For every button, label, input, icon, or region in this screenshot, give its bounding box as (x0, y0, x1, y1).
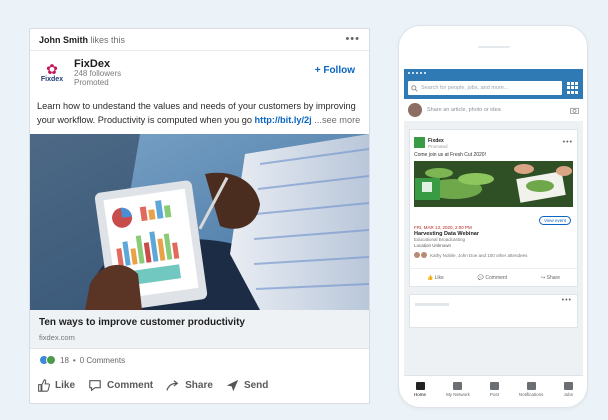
article-title[interactable]: Ten ways to improve customer productivit… (39, 317, 360, 328)
more-options-icon[interactable]: ••• (345, 34, 360, 45)
tab-notifications[interactable]: Notifications (518, 382, 544, 397)
post-author: ✿ Fixdex FixDex 248 followers Promoted +… (30, 51, 369, 95)
share-prompt: Share an article, photo or idea (427, 107, 501, 113)
org-info: Fixdex Promoted (428, 135, 448, 150)
company-logo-text: Fixdex (40, 76, 64, 83)
event-share-button[interactable]: ↪ Share (541, 275, 560, 281)
event-share-label: Share (546, 274, 560, 281)
org-logo[interactable] (414, 136, 425, 148)
event-details: FRI, MAR 13, 2020, 2:00 PM Harvesting Da… (410, 207, 577, 249)
phone-speaker (478, 46, 510, 48)
tab-my-network[interactable]: My Network (446, 382, 470, 397)
comment-icon (89, 380, 101, 392)
card-more-icon[interactable]: ••• (562, 297, 572, 304)
phone-screen: Search for people, jobs, and more... Sha… (404, 69, 583, 403)
bottom-tab-bar: Home My Network Post Notifications Jobs (404, 375, 583, 403)
placeholder-bar (415, 303, 449, 306)
phone-mockup: Search for people, jobs, and more... Sha… (398, 25, 588, 408)
see-more-link[interactable]: ...see more (314, 115, 360, 125)
like-label: Like (55, 380, 76, 391)
attendee-avatar (414, 252, 420, 258)
article-hero-image[interactable] (30, 134, 369, 310)
event-like-label: Like (434, 274, 444, 281)
tab-jobs[interactable]: Jobs (563, 382, 573, 397)
search-icon (411, 84, 418, 92)
author-info: FixDex 248 followers Promoted (74, 58, 121, 87)
like-button[interactable]: Like (37, 379, 75, 392)
tab-label: Jobs (563, 392, 573, 397)
post-body: Learn how to undestand the values and ne… (30, 95, 369, 127)
thumbs-up-icon (38, 379, 50, 392)
tab-label: Notifications (518, 392, 544, 397)
comment-label: Comment (107, 380, 154, 391)
article-link-preview[interactable]: Ten ways to improve customer productivit… (30, 310, 369, 349)
tablet-analytics-photo (30, 134, 369, 310)
network-icon (453, 382, 463, 390)
tab-label: Post (489, 392, 499, 397)
search-placeholder: Search for people, jobs, and more... (421, 85, 509, 91)
flower-logo-icon: ✿ (46, 61, 58, 77)
company-logo[interactable]: ✿ Fixdex (38, 59, 66, 87)
reaction-count[interactable]: 18 (60, 356, 69, 365)
status-bar (404, 69, 583, 77)
tab-home[interactable]: Home (414, 382, 426, 397)
next-feed-card: ••• (409, 294, 578, 328)
event-comment-label: Comment (485, 274, 508, 281)
follow-button[interactable]: + Follow (315, 65, 355, 76)
activity-text: John Smith likes this (39, 35, 125, 45)
share-box[interactable]: Share an article, photo or idea (404, 99, 583, 121)
comment-button[interactable]: Comment (88, 379, 153, 392)
celebrate-reaction-icon (46, 355, 56, 365)
search-input[interactable]: Search for people, jobs, and more... (408, 81, 562, 95)
event-logo-badge (415, 178, 440, 200)
event-comment-button[interactable]: 💬 Comment (478, 275, 507, 281)
social-counts: 18 • 0 Comments (39, 355, 125, 365)
home-icon (415, 382, 425, 390)
article-domain: fixdex.com (39, 333, 75, 342)
event-attendees[interactable]: Kathy Nobile, John Doe and 100 other att… (410, 249, 577, 261)
event-post-header: Fixdex Promoted ••• (410, 130, 577, 149)
count-separator: • (72, 355, 76, 365)
tab-post[interactable]: Post (489, 382, 499, 397)
post-action-bar: Like Comment Share Send (37, 379, 281, 392)
share-label: Share (185, 380, 213, 391)
post-link[interactable]: http://bit.ly/2j (255, 115, 312, 125)
attendee-text: Kathy Nobile, John Doe and 100 other att… (430, 252, 528, 258)
activity-header: John Smith likes this ••• (30, 29, 369, 51)
activity-actor[interactable]: John Smith (39, 35, 88, 45)
event-like-button[interactable]: 👍 Like (427, 275, 444, 281)
avatar[interactable] (408, 103, 422, 117)
share-button[interactable]: Share (166, 379, 213, 392)
attendee-avatar (421, 252, 427, 258)
feed-post-card: John Smith likes this ••• ✿ Fixdex FixDe… (29, 28, 370, 404)
send-button[interactable]: Send (226, 379, 268, 392)
view-event-button[interactable]: View event (539, 216, 571, 225)
send-label: Send (243, 380, 269, 391)
send-icon (226, 379, 239, 392)
event-action-bar: 👍 Like 💬 Comment ↪ Share (410, 268, 577, 286)
app-bar: Search for people, jobs, and more... (404, 77, 583, 99)
event-post-card: Fixdex Promoted ••• Come join us at Fres… (409, 129, 578, 287)
apps-grid-icon[interactable] (567, 82, 579, 94)
camera-icon[interactable] (570, 107, 579, 114)
promoted-label: Promoted (74, 77, 109, 87)
tab-label: Home (414, 392, 427, 397)
card-more-icon[interactable]: ••• (563, 139, 573, 146)
activity-verb: likes this (90, 34, 126, 45)
bell-icon (526, 382, 536, 390)
share-icon (166, 380, 179, 391)
comment-count[interactable]: 0 Comments (80, 356, 125, 365)
briefcase-icon (563, 382, 573, 390)
org-sub: Promoted (428, 144, 448, 149)
post-icon (489, 382, 499, 390)
event-intro: Come join us at Fresh Cut 2020! (414, 152, 486, 158)
tab-label: My Network (446, 392, 470, 397)
